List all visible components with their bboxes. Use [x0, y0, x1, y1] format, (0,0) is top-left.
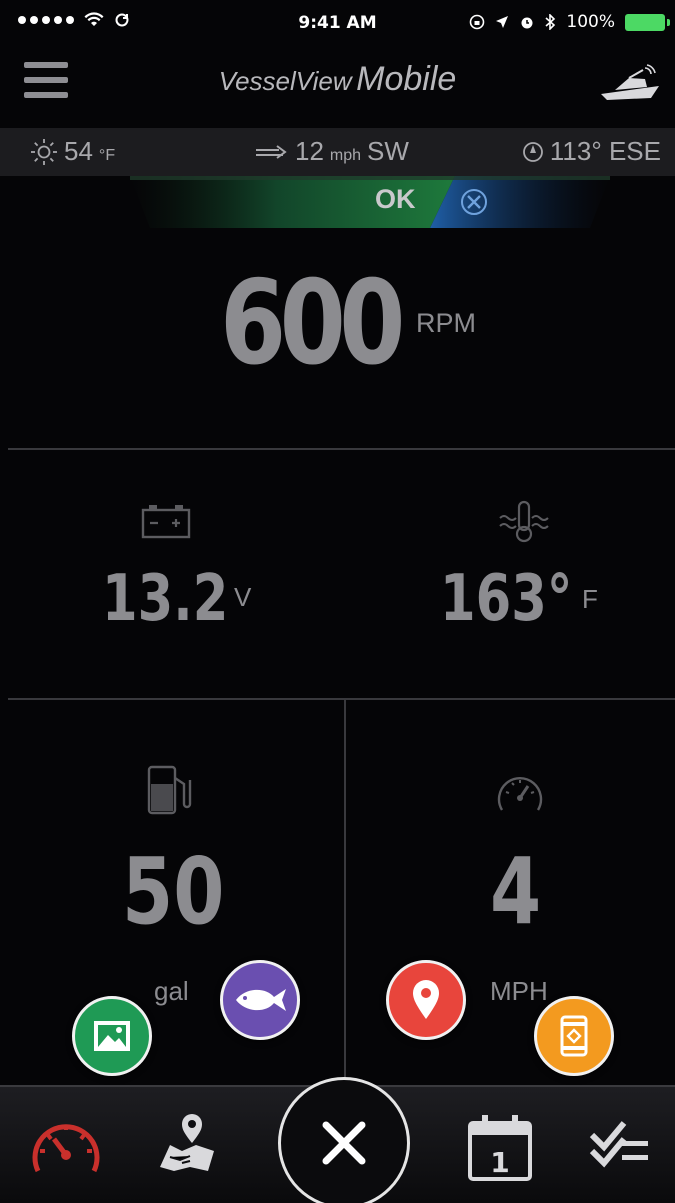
battery-level-icon	[625, 13, 670, 31]
wind-info: 12 mph SW	[255, 136, 409, 167]
divider-horizontal	[8, 448, 675, 450]
rpm-unit: RPM	[416, 308, 476, 338]
fishing-button[interactable]	[220, 960, 300, 1040]
divider-horizontal	[8, 698, 675, 700]
location-arrow-icon	[496, 16, 509, 28]
temp-value: 54	[64, 136, 93, 166]
coolant-temp-value: 163°	[440, 562, 573, 636]
temp-unit: °F	[98, 147, 116, 164]
phone-icon	[560, 1015, 588, 1057]
coolant-temp-icon	[499, 500, 549, 543]
heading-value: 113° ESE	[549, 136, 661, 166]
engine-status-strip[interactable]: OK	[0, 176, 675, 228]
map-tab-icon[interactable]	[156, 1111, 218, 1175]
bluetooth-icon	[545, 14, 556, 30]
fish-icon	[236, 989, 286, 1011]
app-header: VesselView Mobile	[0, 50, 675, 128]
app-title: VesselView Mobile	[0, 60, 675, 99]
speed-unit: MPH	[490, 976, 548, 1006]
status-strip-background	[130, 176, 610, 228]
battery-voltage-value: 13.2	[102, 562, 229, 636]
wrench-screwdriver-icon[interactable]	[460, 188, 488, 216]
app-title-prefix: VesselView	[218, 66, 352, 96]
gauges-tab-icon[interactable]	[28, 1113, 104, 1181]
app-title-suffix: Mobile	[356, 60, 457, 98]
coolant-temp-unit: F	[582, 584, 598, 614]
gallery-icon	[94, 1021, 130, 1051]
wind-direction: SW	[367, 136, 409, 166]
status-right: 100%	[469, 12, 670, 32]
rpm-value: 600	[220, 256, 405, 391]
speed-value: 4	[490, 838, 542, 945]
wind-unit: mph	[329, 147, 362, 164]
close-icon	[322, 1121, 366, 1165]
calendar-tab-icon[interactable]: 1	[466, 1113, 534, 1183]
fuel-pump-icon	[147, 765, 192, 815]
boat-icon[interactable]	[599, 64, 661, 104]
fuel-unit: gal	[154, 976, 189, 1006]
weather-bar: 54 °F 12 mph SW 113° ESE	[0, 128, 675, 176]
close-button[interactable]	[278, 1077, 410, 1203]
wind-speed: 12	[295, 136, 324, 166]
screen-lock-icon	[470, 14, 485, 30]
battery-percent: 100%	[566, 12, 615, 32]
alarm-icon	[521, 17, 533, 29]
engine-ok-label: OK	[375, 184, 416, 214]
device-button[interactable]	[534, 996, 614, 1076]
ios-status-bar: 9:41 AM 100%	[0, 0, 675, 50]
heading-info: 113° ESE	[522, 136, 661, 167]
battery-voltage-unit: V	[234, 582, 252, 612]
speedometer-icon	[497, 776, 543, 811]
sun-icon	[31, 138, 57, 165]
wind-icon	[256, 144, 287, 159]
air-temperature: 54 °F	[30, 136, 115, 167]
fuel-value: 50	[122, 838, 225, 945]
compass-icon	[522, 141, 543, 162]
location-pin-icon	[413, 980, 439, 1019]
calendar-day: 1	[490, 1146, 509, 1179]
battery-icon	[141, 505, 191, 539]
waypoint-button[interactable]	[386, 960, 466, 1040]
checklist-tab-icon[interactable]	[588, 1121, 650, 1171]
divider-vertical	[344, 700, 346, 1086]
gallery-button[interactable]	[72, 996, 152, 1076]
